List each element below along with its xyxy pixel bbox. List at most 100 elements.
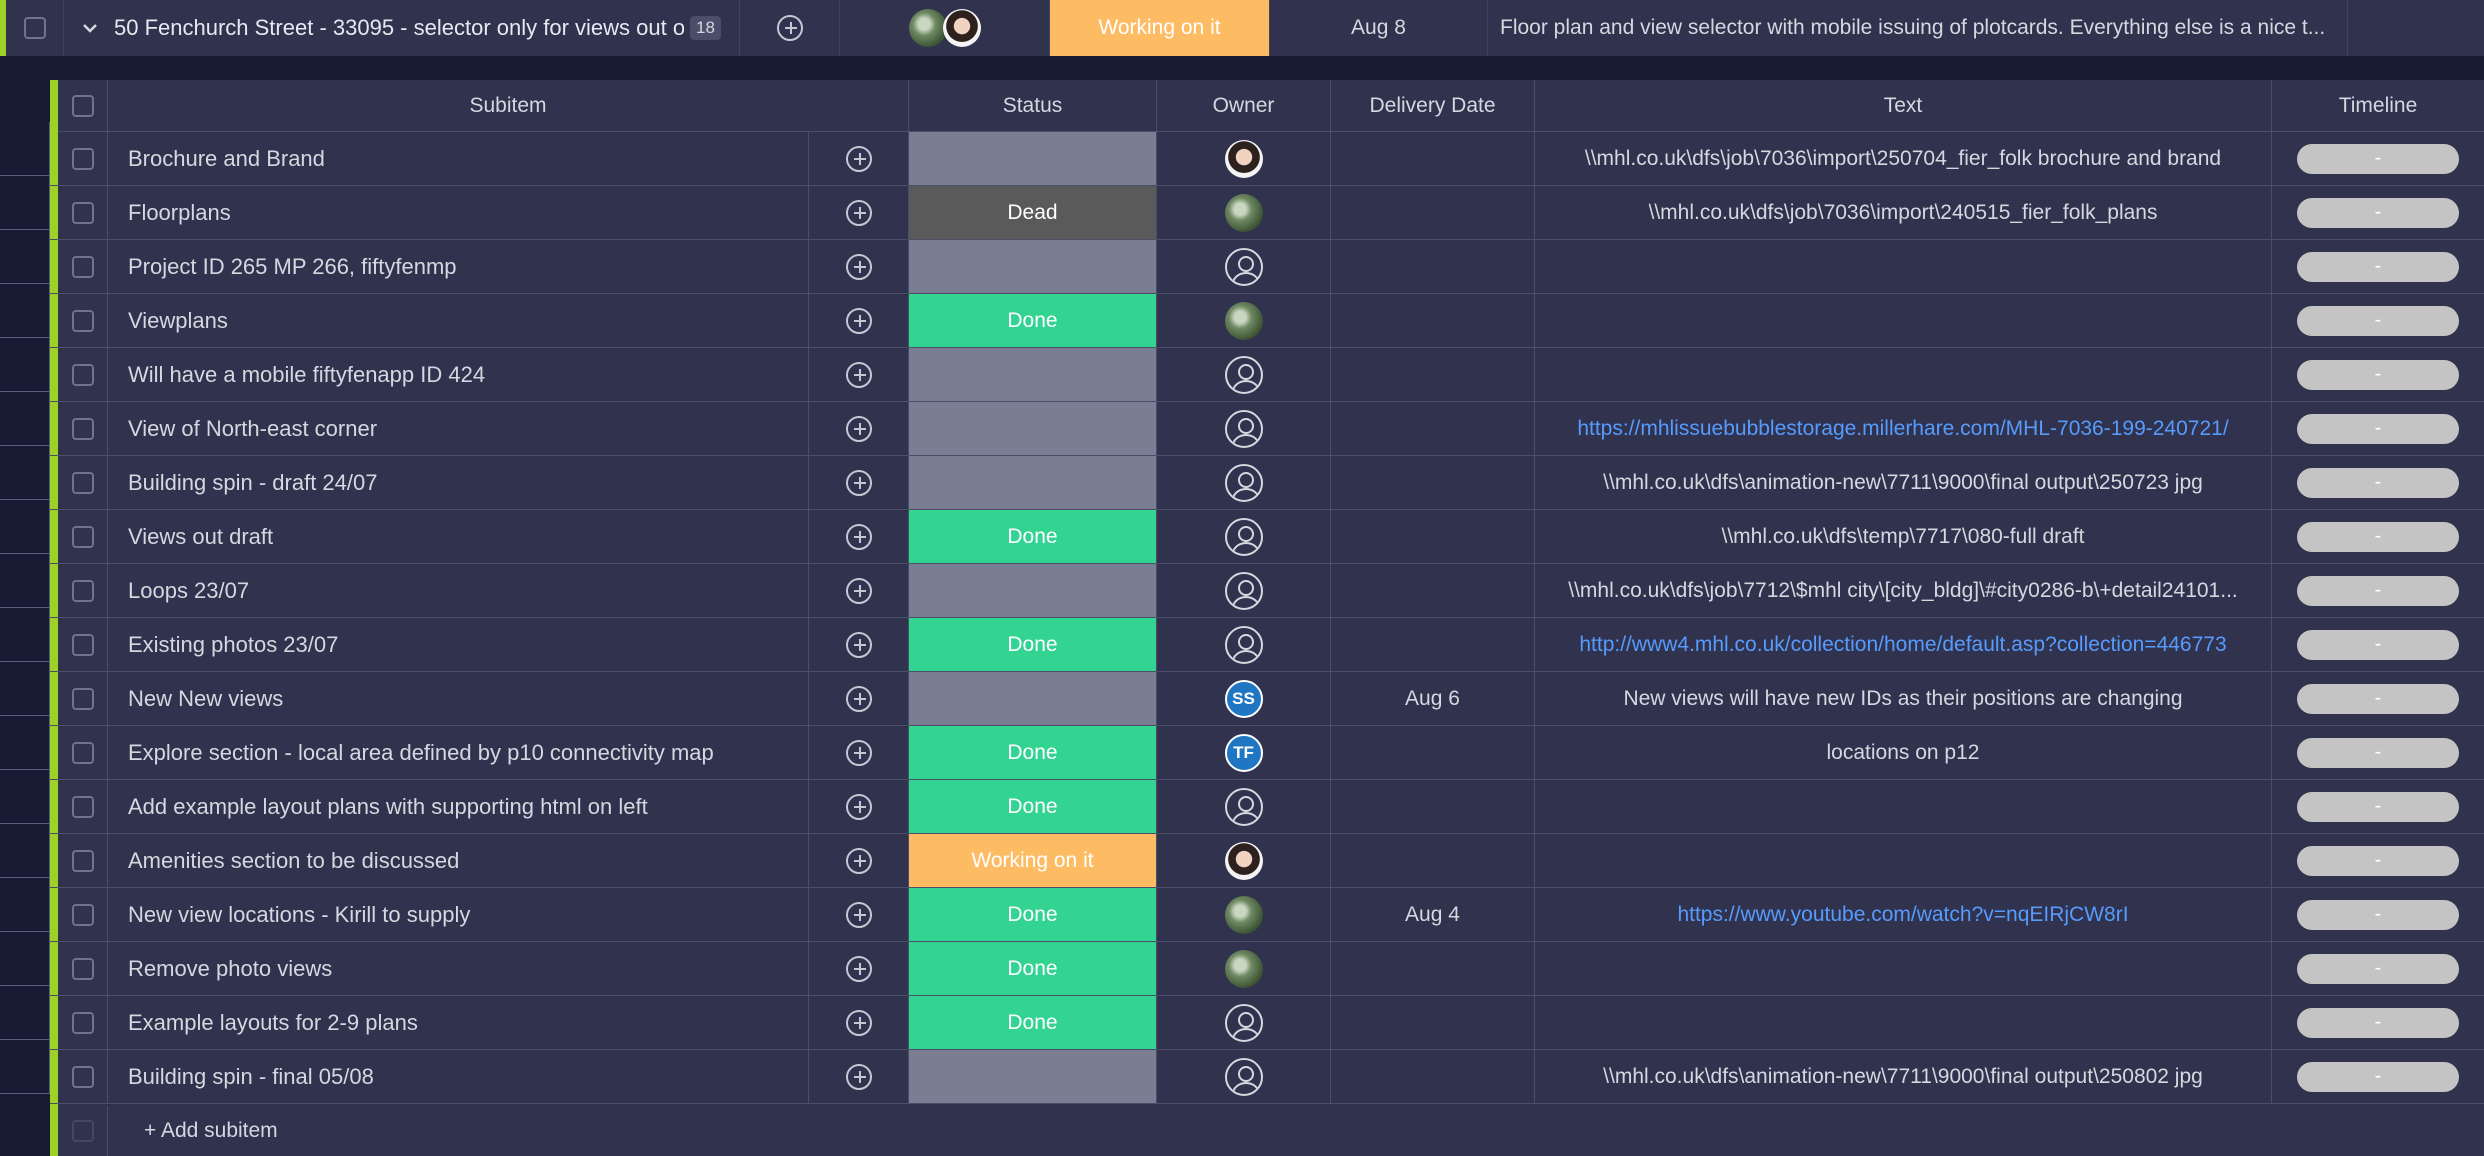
text-cell[interactable]: New views will have new IDs as their pos…: [1535, 672, 2272, 725]
timeline-pill[interactable]: -: [2297, 845, 2459, 876]
text-link[interactable]: https://mhlissuebubblestorage.millerhare…: [1577, 417, 2228, 441]
delivery-date-cell[interactable]: [1331, 618, 1535, 671]
parent-status-cell[interactable]: Working on it: [1050, 0, 1270, 56]
owner-cell[interactable]: [1157, 996, 1331, 1049]
delivery-date-cell[interactable]: [1331, 186, 1535, 239]
subitem-updates-cell[interactable]: [809, 564, 909, 617]
status-cell[interactable]: Dead: [909, 186, 1157, 239]
subitem-name[interactable]: Brochure and Brand: [108, 132, 809, 185]
row-checkbox[interactable]: [71, 795, 94, 818]
status-cell[interactable]: Done: [909, 726, 1157, 779]
add-update-icon[interactable]: [845, 145, 872, 172]
subitem-name[interactable]: Floorplans: [108, 186, 809, 239]
text-cell[interactable]: [1535, 834, 2272, 887]
add-update-icon[interactable]: [845, 1009, 872, 1036]
parent-name-cell[interactable]: 50 Fenchurch Street - 33095 - selector o…: [64, 0, 740, 56]
delivery-date-cell[interactable]: [1331, 564, 1535, 617]
add-update-icon[interactable]: [845, 847, 872, 874]
text-cell[interactable]: \\mhl.co.uk\dfs\animation-new\7711\9000\…: [1535, 1050, 2272, 1103]
delivery-date-cell[interactable]: Aug 4: [1331, 888, 1535, 941]
subitem-name[interactable]: New view locations - Kirill to supply: [108, 888, 809, 941]
timeline-cell[interactable]: -: [2272, 618, 2484, 671]
add-update-icon[interactable]: [845, 199, 872, 226]
table-row[interactable]: Explore section - local area defined by …: [50, 726, 2484, 780]
subitem-name[interactable]: Building spin - draft 24/07: [108, 456, 809, 509]
subitem-name[interactable]: Existing photos 23/07: [108, 618, 809, 671]
select-all-checkbox[interactable]: [71, 94, 94, 117]
timeline-pill[interactable]: -: [2297, 521, 2459, 552]
row-checkbox[interactable]: [71, 579, 94, 602]
timeline-cell[interactable]: -: [2272, 564, 2484, 617]
subitem-updates-cell[interactable]: [809, 942, 909, 995]
table-row[interactable]: Remove photo views Done -: [50, 942, 2484, 996]
timeline-pill[interactable]: -: [2297, 899, 2459, 930]
text-cell[interactable]: [1535, 348, 2272, 401]
delivery-date-cell[interactable]: [1331, 834, 1535, 887]
add-update-icon[interactable]: [845, 523, 872, 550]
subitem-updates-cell[interactable]: [809, 780, 909, 833]
table-row[interactable]: Example layouts for 2-9 plans Done -: [50, 996, 2484, 1050]
timeline-pill[interactable]: -: [2297, 359, 2459, 390]
add-update-icon[interactable]: [845, 307, 872, 334]
subitem-updates-cell[interactable]: [809, 618, 909, 671]
text-cell[interactable]: \\mhl.co.uk\dfs\job\7036\import\240515_f…: [1535, 186, 2272, 239]
add-update-icon[interactable]: [845, 415, 872, 442]
subitem-name[interactable]: Viewplans: [108, 294, 809, 347]
timeline-cell[interactable]: -: [2272, 780, 2484, 833]
status-cell[interactable]: [909, 348, 1157, 401]
owner-cell[interactable]: [1157, 618, 1331, 671]
text-link[interactable]: http://www4.mhl.co.uk/collection/home/de…: [1579, 633, 2226, 657]
text-cell[interactable]: \\mhl.co.uk\dfs\job\7036\import\250704_f…: [1535, 132, 2272, 185]
header-owner[interactable]: Owner: [1157, 80, 1331, 132]
owner-cell[interactable]: [1157, 186, 1331, 239]
status-cell[interactable]: Done: [909, 888, 1157, 941]
delivery-date-cell[interactable]: [1331, 402, 1535, 455]
text-cell[interactable]: [1535, 240, 2272, 293]
add-update-icon[interactable]: [845, 793, 872, 820]
subitem-updates-cell[interactable]: [809, 456, 909, 509]
timeline-cell[interactable]: -: [2272, 402, 2484, 455]
owner-cell[interactable]: SS: [1157, 672, 1331, 725]
table-row[interactable]: Add example layout plans with supporting…: [50, 780, 2484, 834]
row-checkbox[interactable]: [71, 525, 94, 548]
text-cell[interactable]: [1535, 942, 2272, 995]
parent-updates-cell[interactable]: [740, 0, 840, 56]
text-cell[interactable]: [1535, 996, 2272, 1049]
timeline-cell[interactable]: -: [2272, 888, 2484, 941]
subitem-name[interactable]: New New views: [108, 672, 809, 725]
status-cell[interactable]: Done: [909, 618, 1157, 671]
owner-cell[interactable]: [1157, 132, 1331, 185]
row-checkbox[interactable]: [71, 471, 94, 494]
timeline-pill[interactable]: -: [2297, 629, 2459, 660]
subitem-name[interactable]: Loops 23/07: [108, 564, 809, 617]
owner-cell[interactable]: [1157, 348, 1331, 401]
parent-title[interactable]: 50 Fenchurch Street - 33095 - selector o…: [114, 15, 684, 41]
subitem-name[interactable]: Will have a mobile fiftyfenapp ID 424: [108, 348, 809, 401]
status-cell[interactable]: [909, 672, 1157, 725]
timeline-pill[interactable]: -: [2297, 575, 2459, 606]
table-row[interactable]: Views out draft Done \\mhl.co.uk\dfs\temp\…: [50, 510, 2484, 564]
timeline-cell[interactable]: -: [2272, 672, 2484, 725]
status-cell[interactable]: [909, 564, 1157, 617]
subitem-name[interactable]: Example layouts for 2-9 plans: [108, 996, 809, 1049]
delivery-date-cell[interactable]: [1331, 132, 1535, 185]
status-cell[interactable]: Done: [909, 510, 1157, 563]
timeline-cell[interactable]: -: [2272, 132, 2484, 185]
row-checkbox[interactable]: [71, 741, 94, 764]
status-cell[interactable]: Working on it: [909, 834, 1157, 887]
text-cell[interactable]: https://mhlissuebubblestorage.millerhare…: [1535, 402, 2272, 455]
text-cell[interactable]: \\mhl.co.uk\dfs\temp\7717\080-full draft: [1535, 510, 2272, 563]
parent-owner-cell[interactable]: [840, 0, 1050, 56]
parent-text-cell[interactable]: Floor plan and view selector with mobile…: [1488, 0, 2348, 56]
subitem-updates-cell[interactable]: [809, 132, 909, 185]
subitem-updates-cell[interactable]: [809, 348, 909, 401]
owner-cell[interactable]: [1157, 510, 1331, 563]
text-cell[interactable]: http://www4.mhl.co.uk/collection/home/de…: [1535, 618, 2272, 671]
owner-cell[interactable]: [1157, 834, 1331, 887]
timeline-pill[interactable]: -: [2297, 413, 2459, 444]
timeline-cell[interactable]: -: [2272, 186, 2484, 239]
subitem-name[interactable]: Amenities section to be discussed: [108, 834, 809, 887]
text-cell[interactable]: \\mhl.co.uk\dfs\job\7712\$mhl city\[city…: [1535, 564, 2272, 617]
status-cell[interactable]: Done: [909, 942, 1157, 995]
text-cell[interactable]: https://www.youtube.com/watch?v=nqEIRjCW…: [1535, 888, 2272, 941]
